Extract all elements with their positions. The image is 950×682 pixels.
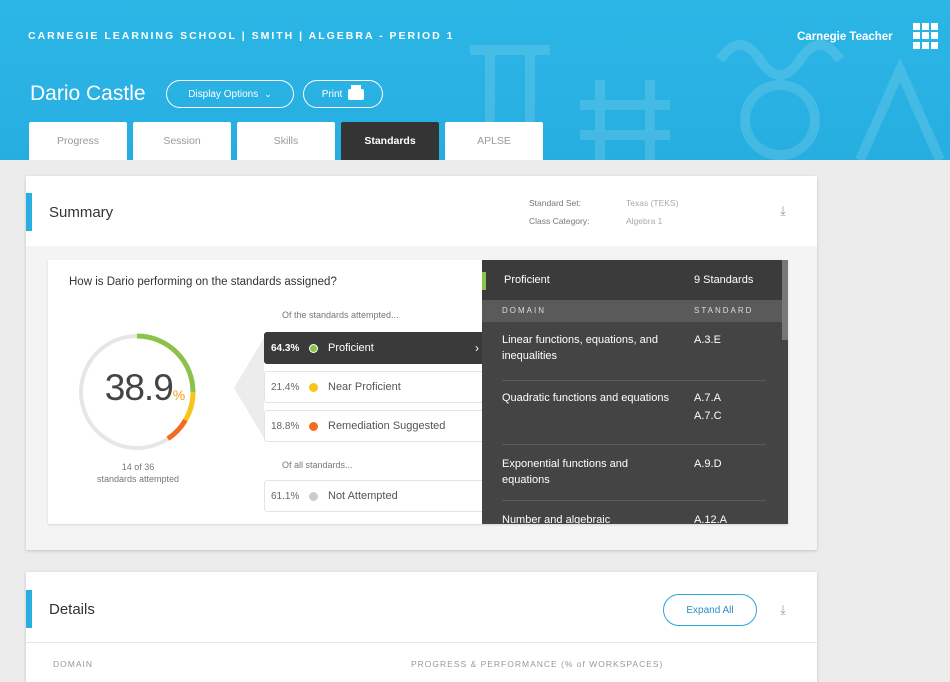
domain-name: Number and algebraic [502, 514, 611, 524]
remediation-dot-icon [309, 421, 318, 431]
not-attempted-label: Not Attempted [328, 490, 398, 502]
attempted-percent: 38.9% [83, 367, 207, 409]
summary-title: Summary [49, 204, 114, 221]
proficient-percent: 64.3% [271, 342, 300, 354]
panel-column-headers: DOMAIN STANDARD [482, 300, 788, 322]
proficient-standards-panel: Proficient 9 Standards DOMAIN STANDARD L… [482, 260, 788, 524]
row-remediation[interactable]: 18.8% Remediation Suggested [264, 410, 488, 442]
attempted-caption: 14 of 36 standards attempted [76, 461, 200, 485]
remediation-percent: 18.8% [271, 420, 300, 432]
attempted-percent-value: 38.9 [104, 367, 174, 408]
details-card: Details Expand All ⤓ DOMAIN PROGRESS & P… [26, 572, 817, 682]
standard-set-value: Texas (TEKS) [626, 198, 679, 208]
section-accent [26, 193, 32, 231]
domain-name: Exponential functions and equations [502, 458, 628, 486]
download-icon[interactable]: ⤓ [776, 204, 790, 218]
domain-name: Linear functions, equations, and inequal… [502, 334, 658, 362]
tab-bar: Progress Session Skills Standards APLSE [29, 122, 543, 160]
summary-card: Summary Standard Set: Texas (TEKS) Class… [26, 176, 817, 550]
row-proficient[interactable]: 64.3% Proficient › [264, 332, 488, 364]
details-title: Details [49, 601, 95, 618]
section-accent [26, 590, 32, 628]
summary-header: Summary Standard Set: Texas (TEKS) Class… [26, 176, 817, 246]
chevron-right-icon: › [475, 341, 479, 355]
printer-icon [348, 84, 365, 100]
display-options-label: Display Options [188, 88, 259, 100]
row-divider [502, 500, 766, 501]
download-icon[interactable]: ⤓ [776, 603, 790, 617]
standard-code: A.7.A [694, 392, 721, 404]
class-breadcrumb: CARNEGIE LEARNING SCHOOL | SMITH | ALGEB… [28, 30, 455, 42]
of-all-label: Of all standards... [282, 460, 353, 470]
apps-grid-icon[interactable] [913, 23, 939, 49]
header-bar: CARNEGIE LEARNING SCHOOL | SMITH | ALGEB… [0, 0, 950, 160]
attempted-count: 14 of 36 [121, 462, 155, 472]
near-proficient-dot-icon [309, 382, 318, 392]
not-attempted-dot-icon [309, 491, 318, 501]
tab-aplse[interactable]: APLSE [445, 122, 543, 160]
panel-col-domain: DOMAIN [502, 306, 546, 315]
not-attempted-percent: 61.1% [271, 490, 300, 502]
row-divider [502, 444, 766, 445]
selection-pointer [234, 338, 264, 438]
panel-scrollbar[interactable] [782, 260, 788, 340]
print-button[interactable]: Print [303, 80, 383, 108]
class-category-value: Algebra 1 [626, 216, 663, 226]
class-category-label: Class Category: [529, 216, 590, 226]
row-not-attempted[interactable]: 61.1% Not Attempted [264, 480, 488, 512]
student-name: Dario Castle [30, 82, 146, 105]
panel-header: Proficient 9 Standards [482, 260, 788, 300]
standard-code: A.12.A [694, 514, 728, 524]
standard-set-label: Standard Set: [529, 198, 581, 208]
proficient-dot-icon [309, 343, 318, 353]
row-divider [502, 380, 766, 381]
brand-name[interactable]: Carnegie Teacher [797, 31, 893, 43]
print-label: Print [321, 88, 343, 100]
remediation-label: Remediation Suggested [328, 420, 446, 432]
near-proficient-percent: 21.4% [271, 381, 300, 393]
panel-accent [482, 272, 486, 290]
performance-question: How is Dario performing on the standards… [69, 276, 337, 288]
of-attempted-label: Of the standards attempted... [282, 310, 399, 320]
details-col-progress: PROGRESS & PERFORMANCE (% of WORKSPACES) [411, 659, 664, 669]
panel-count: 9 Standards [694, 274, 754, 286]
chevron-down-icon: ⌄ [264, 88, 272, 99]
details-col-domain: DOMAIN [53, 659, 93, 669]
standard-code: A.7.C [694, 410, 722, 422]
near-proficient-label: Near Proficient [328, 381, 401, 393]
expand-all-button[interactable]: Expand All [663, 594, 757, 626]
panel-col-standard: STANDARD [694, 306, 754, 315]
standards-overview: How is Dario performing on the standards… [48, 260, 788, 524]
display-options-button[interactable]: Display Options ⌄ [166, 80, 294, 108]
percent-sign: % [172, 387, 186, 403]
tab-standards[interactable]: Standards [341, 122, 439, 160]
domain-name: Quadratic functions and equations [502, 392, 669, 404]
tab-skills[interactable]: Skills [237, 122, 335, 160]
standard-code: A.9.D [694, 458, 722, 470]
attempted-label: standards attempted [96, 474, 180, 484]
panel-title: Proficient [504, 274, 550, 286]
tab-session[interactable]: Session [133, 122, 231, 160]
tab-progress[interactable]: Progress [29, 122, 127, 160]
standard-code: A.3.E [694, 334, 721, 346]
row-near-proficient[interactable]: 21.4% Near Proficient [264, 371, 488, 403]
details-column-headers: DOMAIN PROGRESS & PERFORMANCE (% of WORK… [26, 642, 817, 682]
proficient-label: Proficient [328, 342, 374, 354]
